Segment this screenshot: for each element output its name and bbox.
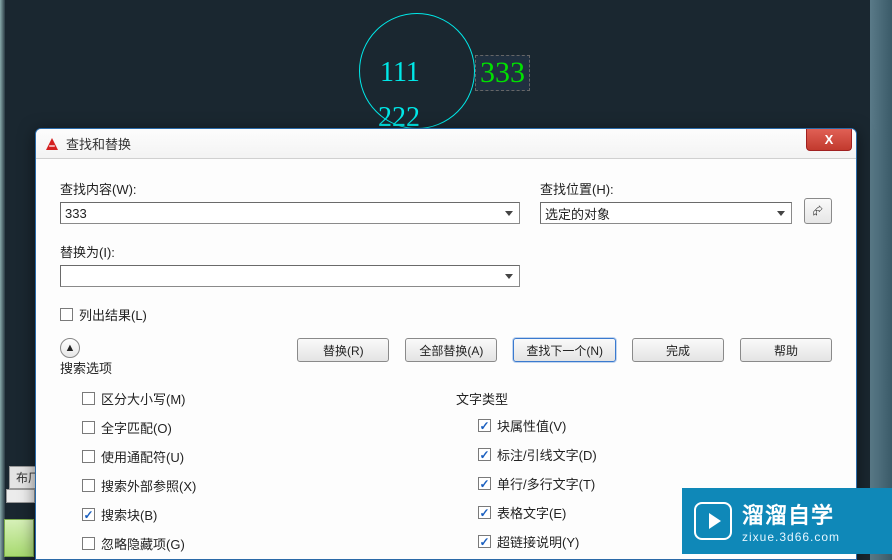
text-types-title: 文字类型 [456,389,832,408]
select-icon: ⮳ [813,203,823,219]
chevron-up-icon: ▲ [65,342,76,354]
dim-leader-checkbox[interactable] [478,448,491,461]
hyperlink-desc-label: 超链接说明(Y) [497,532,579,551]
titlebar[interactable]: 查找和替换 X [36,129,856,159]
whole-word-checkbox[interactable] [82,421,95,434]
mtext-label: 单行/多行文字(T) [497,474,595,493]
wildcards-checkbox[interactable] [82,450,95,463]
blocks-label: 搜索块(B) [101,505,157,524]
select-objects-button[interactable]: ⮳ [804,198,832,224]
close-button[interactable]: X [806,129,852,151]
search-options-group: 区分大小写(M) 全字匹配(O) 使用通配符(U) 搜索外部参照(X) 搜索块(… [60,389,436,560]
done-button-label: 完成 [666,342,690,359]
collapse-button[interactable]: ▲ [60,338,80,358]
find-input[interactable]: 333 [60,202,520,224]
done-button[interactable]: 完成 [632,338,724,362]
match-case-checkbox[interactable] [82,392,95,405]
hidden-checkbox[interactable] [82,537,95,550]
find-next-button-label: 查找下一个(N) [526,342,603,359]
watermark: 溜溜自学 zixue.3d66.com [682,488,892,554]
wildcards-label: 使用通配符(U) [101,447,184,466]
whole-word-label: 全字匹配(O) [101,418,172,437]
location-value: 选定的对象 [545,204,775,223]
dialog-title: 查找和替换 [66,134,131,153]
help-button-label: 帮助 [774,342,798,359]
location-label: 查找位置(H): [540,179,792,198]
hidden-label: 忽略隐藏项(G) [101,534,185,553]
dropdown-icon [505,211,513,216]
hyperlink-desc-checkbox[interactable] [478,535,491,548]
right-edge[interactable] [870,0,892,560]
table-label: 表格文字(E) [497,503,566,522]
layout-tab-blank[interactable] [6,489,35,503]
replace-input[interactable] [60,265,520,287]
watermark-title: 溜溜自学 [742,498,840,530]
replace-label: 替换为(I): [60,242,520,261]
mtext-checkbox[interactable] [478,477,491,490]
replace-button-label: 替换(R) [323,342,364,359]
replace-all-button[interactable]: 全部替换(A) [405,338,497,362]
help-button[interactable]: 帮助 [740,338,832,362]
xrefs-label: 搜索外部参照(X) [101,476,196,495]
match-case-label: 区分大小写(M) [101,389,186,408]
status-area[interactable] [4,519,34,557]
dim-leader-label: 标注/引线文字(D) [497,445,597,464]
left-edge [0,0,5,560]
list-results-checkbox[interactable] [60,308,73,321]
replace-button[interactable]: 替换(R) [297,338,389,362]
location-select[interactable]: 选定的对象 [540,202,792,224]
find-next-button[interactable]: 查找下一个(N) [513,338,616,362]
search-options-title: 搜索选项 [60,358,112,377]
block-attr-checkbox[interactable] [478,419,491,432]
replace-all-button-label: 全部替换(A) [419,342,483,359]
dropdown-icon [777,211,785,216]
blocks-checkbox[interactable] [82,508,95,521]
list-results-label: 列出结果(L) [79,305,147,324]
dropdown-icon [505,274,513,279]
block-attr-label: 块属性值(V) [497,416,566,435]
drawing-text-1[interactable]: 111 [380,57,420,89]
close-icon: X [825,132,834,147]
play-icon [694,502,732,540]
find-label: 查找内容(W): [60,179,520,198]
app-icon [44,136,60,152]
table-checkbox[interactable] [478,506,491,519]
find-value: 333 [65,206,503,221]
drawing-text-3[interactable]: 333 [475,55,530,91]
watermark-url: zixue.3d66.com [742,530,840,544]
xrefs-checkbox[interactable] [82,479,95,492]
